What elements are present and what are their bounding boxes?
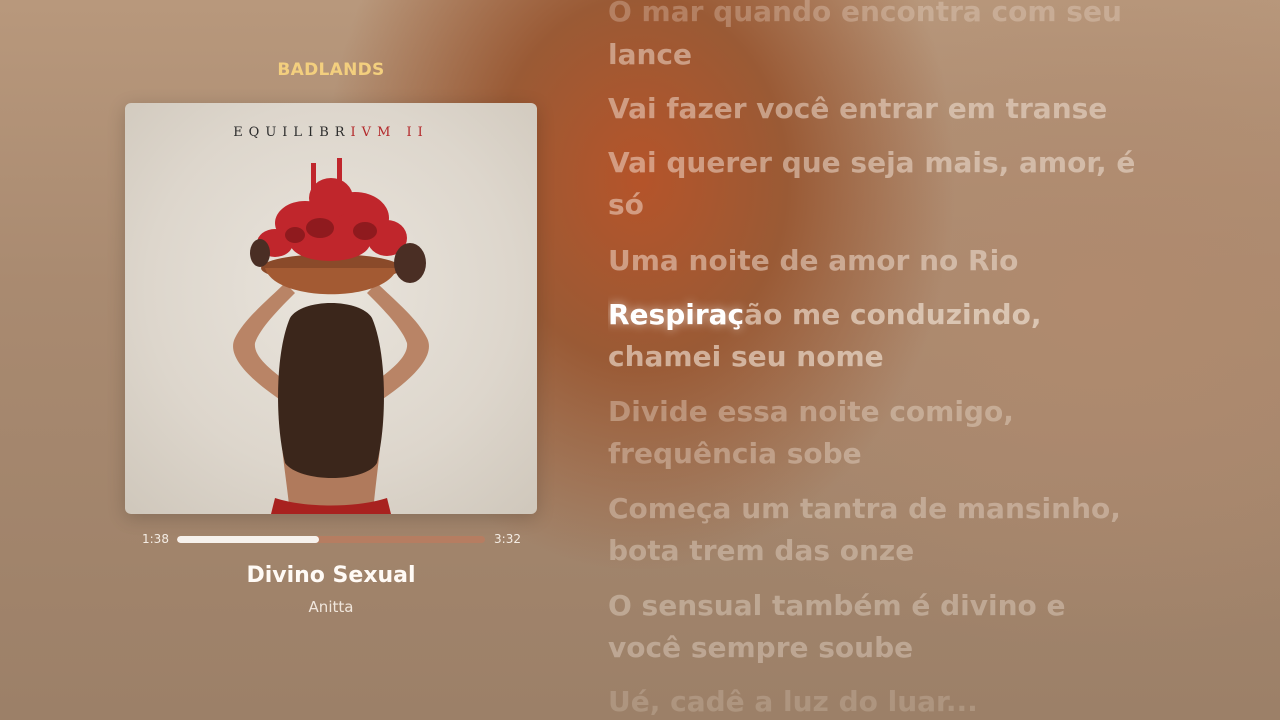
playback-progress[interactable]: 1:38 3:32 [140,531,525,549]
lyric-line[interactable]: só [608,183,644,226]
lyric-sung-part: Respiraç [608,298,745,331]
duration-time: 3:32 [494,532,521,546]
lyric-line[interactable]: O sensual também é divino e [608,584,1066,627]
lyric-line[interactable]: bota trem das onze [608,529,914,572]
progress-bar[interactable] [177,536,485,543]
lyric-line[interactable]: O mar quando encontra com seu [608,0,1122,33]
lyrics-panel[interactable]: O mar quando encontra com seu lance Vai … [608,0,1168,720]
album-art-illustration [233,158,429,514]
lyric-line-active[interactable]: chamei seu nome [608,335,884,378]
progress-bar-fill [177,536,319,543]
lyric-line[interactable]: você sempre soube [608,626,913,669]
lyric-line-active[interactable]: Respiração me conduzindo, [608,293,1041,336]
album-art: EQUILIBRIVM II [125,103,537,514]
lyric-line[interactable]: Vai querer que seja mais, amor, é [608,141,1135,184]
playlist-title[interactable]: BADLANDS [125,60,537,80]
song-title: Divino Sexual [246,563,416,588]
lyric-line[interactable]: lance [608,33,692,76]
lyric-line[interactable]: Divide essa noite comigo, [608,390,1014,433]
lyric-line[interactable]: Vai fazer você entrar em transe [608,87,1107,130]
lyric-line[interactable]: Começa um tantra de mansinho, [608,487,1121,530]
lyric-line[interactable]: Uma noite de amor no Rio [608,239,1018,282]
lyric-line[interactable]: Ué, cadê a luz do luar... [608,680,978,720]
now-playing-panel: BADLANDS EQUILIBRIVM II 1:38 3:32 Divino… [0,0,660,720]
lyric-unsung-part: ão me conduzindo, [744,298,1042,331]
elapsed-time: 1:38 [142,532,169,546]
artist-name[interactable]: Anitta [125,598,537,616]
lyric-line[interactable]: frequência sobe [608,432,862,475]
